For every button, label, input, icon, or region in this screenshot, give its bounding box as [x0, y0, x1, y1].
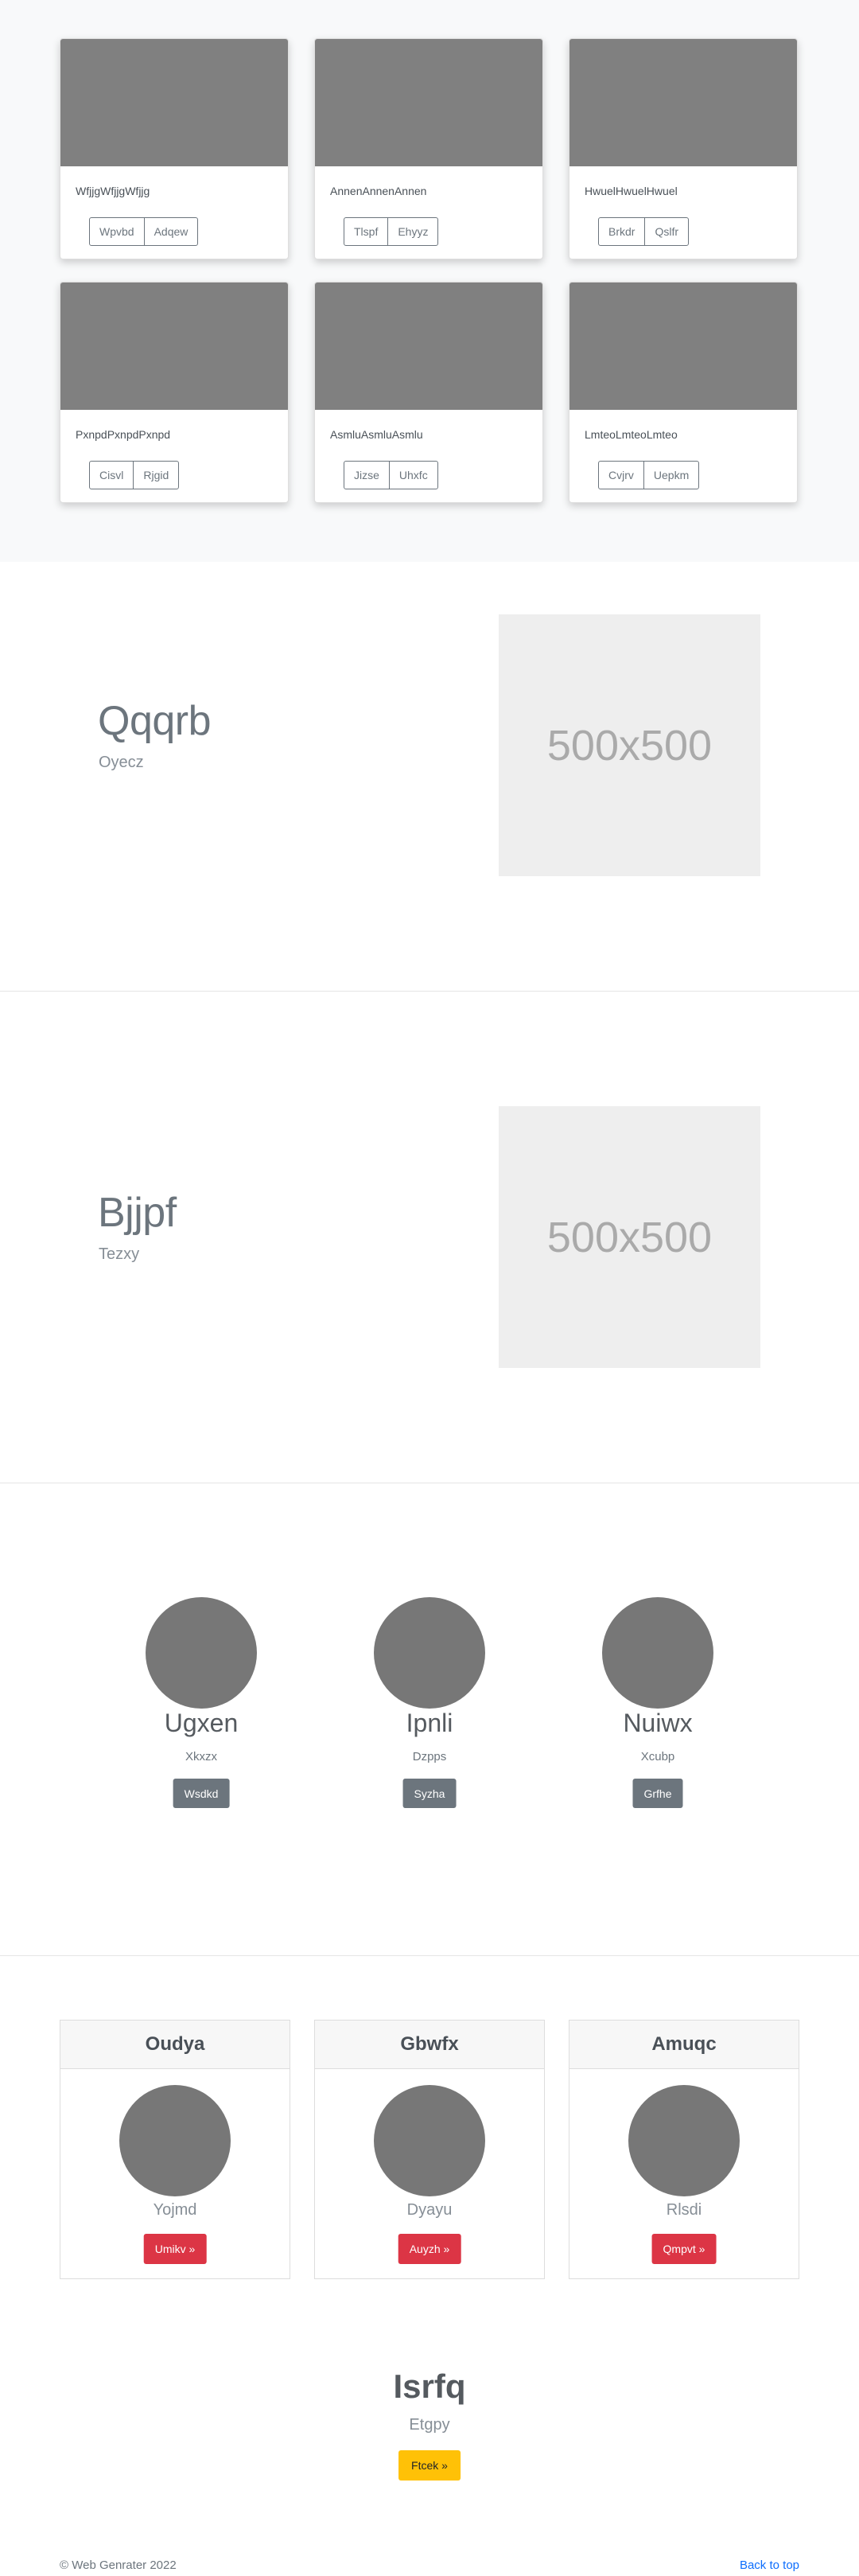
featurette-image: 500x500: [499, 614, 760, 876]
card-button-first[interactable]: Brkdr: [598, 217, 646, 246]
marketing-sub: Dzpps: [412, 1750, 447, 1763]
card-header: Oudya: [60, 2021, 290, 2069]
card-button-first[interactable]: Wpvbd: [89, 217, 145, 246]
card-action-button[interactable]: Umikv »: [143, 2234, 207, 2264]
back-to-top-link[interactable]: Back to top: [740, 2558, 799, 2572]
card-header: Gbwfx: [315, 2021, 544, 2069]
card-thumbnail: [569, 283, 797, 410]
card-button-second[interactable]: Qslfr: [644, 217, 690, 246]
profile-card: Gbwfx Dyayu Auyzh »: [314, 2020, 545, 2279]
card-action-button[interactable]: Qmpvt »: [651, 2234, 717, 2264]
marketing-name: Ugxen: [164, 1709, 239, 1737]
card-button-second[interactable]: Uhxfc: [388, 461, 438, 489]
featurette-image: 500x500: [499, 1106, 760, 1368]
avatar-circle: [119, 2085, 231, 2196]
album-card: AsmluAsmluAsmlu Jizse Uhxfc: [314, 282, 543, 503]
image-placeholder-label: 500x500: [546, 1213, 713, 1261]
button-group: Cisvl Rjgid: [89, 461, 180, 489]
card-text: Rlsdi: [666, 2201, 702, 2219]
marketing-sub: Xcubp: [640, 1750, 675, 1763]
album-card: AnnenAnnenAnnen Tlspf Ehyyz: [314, 38, 543, 259]
card-button-second[interactable]: Uepkm: [643, 461, 700, 489]
cta-title: Isrfq: [393, 2368, 466, 2405]
marketing-name: Nuiwx: [623, 1709, 693, 1737]
avatar-circle: [628, 2085, 740, 2196]
card-text: Dyayu: [406, 2201, 453, 2219]
featurette-heading: Qqqrb: [98, 698, 212, 744]
section-divider: [0, 1955, 859, 1956]
button-group: Jizse Uhxfc: [344, 461, 438, 489]
card-text: Yojmd: [153, 2201, 197, 2219]
card-action-button[interactable]: Auyzh »: [398, 2234, 461, 2264]
marketing-sub: Xkxzx: [185, 1750, 218, 1763]
album-card: PxnpdPxnpdPxnpd Cisvl Rjgid: [60, 282, 289, 503]
card-button-first[interactable]: Tlspf: [344, 217, 389, 246]
card-thumbnail: [60, 39, 288, 166]
featurette-divider: [0, 991, 859, 992]
cta-button[interactable]: Ftcek »: [398, 2450, 461, 2481]
avatar-circle: [146, 1597, 257, 1709]
album-card: LmteoLmteoLmteo Cvjrv Uepkm: [569, 282, 798, 503]
card-button-first[interactable]: Cvjrv: [598, 461, 644, 489]
card-button-first[interactable]: Cisvl: [89, 461, 134, 489]
image-placeholder-label: 500x500: [546, 721, 713, 770]
card-text: HwuelHwuelHwuel: [585, 185, 678, 197]
album-card: WfjjgWfjjgWfjjg Wpvbd Adqew: [60, 38, 289, 259]
avatar-circle: [374, 1597, 485, 1709]
featurette-heading: Bjjpf: [98, 1190, 177, 1236]
card-thumbnail: [60, 283, 288, 410]
featurette-lead: Tezxy: [99, 1245, 140, 1263]
avatar-circle: [374, 2085, 485, 2196]
card-text: PxnpdPxnpdPxnpd: [76, 428, 171, 441]
card-text: LmteoLmteoLmteo: [585, 428, 678, 441]
button-group: Brkdr Qslfr: [598, 217, 690, 246]
marketing-button[interactable]: Grfhe: [632, 1779, 683, 1808]
card-text: WfjjgWfjjgWfjjg: [76, 185, 150, 197]
card-thumbnail: [315, 39, 542, 166]
button-group: Tlspf Ehyyz: [344, 217, 439, 246]
cta-subtitle: Etgpy: [409, 2416, 450, 2434]
marketing-button[interactable]: Syzha: [402, 1779, 457, 1808]
avatar-circle: [602, 1597, 713, 1709]
card-thumbnail: [315, 283, 542, 410]
card-button-second[interactable]: Ehyyz: [387, 217, 439, 246]
button-group: Cvjrv Uepkm: [598, 461, 700, 489]
footer-copyright: © Web Genrater 2022: [60, 2558, 177, 2572]
marketing-button[interactable]: Wsdkd: [173, 1779, 230, 1808]
card-header: Amuqc: [569, 2021, 799, 2069]
profile-card: Oudya Yojmd Umikv »: [60, 2020, 290, 2279]
profile-card: Amuqc Rlsdi Qmpvt »: [569, 2020, 799, 2279]
card-button-second[interactable]: Rjgid: [133, 461, 180, 489]
card-text: AnnenAnnenAnnen: [330, 185, 427, 197]
card-text: AsmluAsmluAsmlu: [330, 428, 423, 441]
card-button-second[interactable]: Adqew: [143, 217, 199, 246]
card-button-first[interactable]: Jizse: [344, 461, 390, 489]
marketing-name: Ipnli: [406, 1709, 453, 1737]
featurette-lead: Oyecz: [99, 754, 144, 771]
card-thumbnail: [569, 39, 797, 166]
button-group: Wpvbd Adqew: [89, 217, 199, 246]
album-card: HwuelHwuelHwuel Brkdr Qslfr: [569, 38, 798, 259]
